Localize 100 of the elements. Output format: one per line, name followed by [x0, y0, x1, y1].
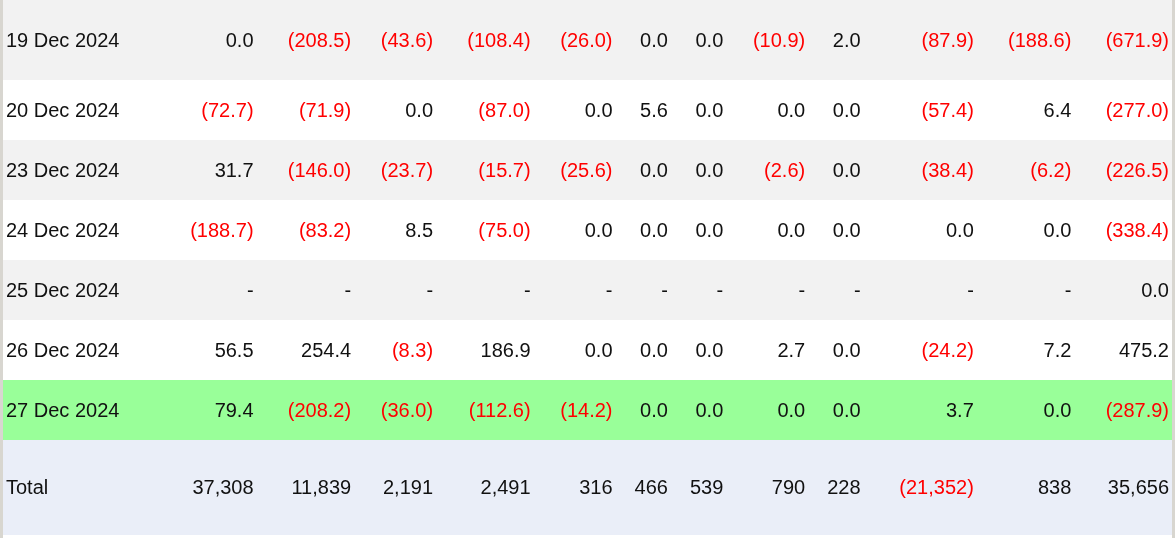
- table-cell: 2.7: [726, 320, 809, 380]
- table-cell: -: [615, 260, 671, 320]
- table-cell: -: [354, 260, 437, 320]
- table-cell: (24.2): [863, 320, 977, 380]
- table-cell: (2.6): [726, 140, 809, 200]
- table-cell: 228: [808, 440, 864, 535]
- table-cell: -: [863, 260, 977, 320]
- table-cell: 0.0: [533, 200, 616, 260]
- table-cell: 254.4: [256, 320, 355, 380]
- table-cell: (146.0): [256, 140, 355, 200]
- table-cell: 0.0: [670, 0, 727, 80]
- table-cell: 2,491: [436, 440, 534, 535]
- table-cell: 79.4: [159, 380, 257, 440]
- table-cell: -: [159, 260, 257, 320]
- table-cell: (75.0): [436, 200, 534, 260]
- date-cell: 20 Dec 2024: [3, 80, 159, 140]
- table-cell: (57.4): [863, 80, 977, 140]
- table-cell: 0.0: [976, 200, 1075, 260]
- table-cell: (25.6): [533, 140, 616, 200]
- table-cell: (8.3): [354, 320, 437, 380]
- table-cell: (23.7): [354, 140, 437, 200]
- table-cell: 0.0: [808, 200, 864, 260]
- table-cell: -: [808, 260, 864, 320]
- table-cell: 475.2: [1074, 320, 1172, 380]
- table-cell: (83.2): [256, 200, 355, 260]
- table-cell: 2.0: [808, 0, 864, 80]
- table-cell: 8.5: [354, 200, 437, 260]
- table-cell: 37,308: [159, 440, 257, 535]
- table-cell: 0.0: [808, 320, 864, 380]
- table-cell: (14.2): [533, 380, 616, 440]
- table-cell: 0.0: [615, 320, 671, 380]
- table-cell: 56.5: [159, 320, 257, 380]
- table-cell: (108.4): [436, 0, 534, 80]
- table-cell: (671.9): [1074, 0, 1172, 80]
- table-cell: 186.9: [436, 320, 534, 380]
- date-cell: 27 Dec 2024: [3, 380, 159, 440]
- date-cell: 19 Dec 2024: [3, 0, 159, 80]
- table-cell: 0.0: [808, 80, 864, 140]
- table-cell: (36.0): [354, 380, 437, 440]
- table-cell: 316: [533, 440, 616, 535]
- table-cell: 35,656: [1074, 440, 1172, 535]
- date-cell: 23 Dec 2024: [3, 140, 159, 200]
- table-cell: (208.5): [256, 0, 355, 80]
- table-cell: -: [976, 260, 1075, 320]
- table-cell: (43.6): [354, 0, 437, 80]
- table-cell: 0.0: [354, 80, 437, 140]
- table-cell: (26.0): [533, 0, 616, 80]
- table-cell: (188.6): [976, 0, 1075, 80]
- table-cell: 0.0: [726, 200, 809, 260]
- table-cell: (226.5): [1074, 140, 1172, 200]
- table-cell: (87.9): [863, 0, 977, 80]
- table-cell: (208.2): [256, 380, 355, 440]
- table-cell: 3.7: [863, 380, 977, 440]
- table-cell: -: [436, 260, 534, 320]
- table-cell: (87.0): [436, 80, 534, 140]
- table-cell: 0.0: [670, 320, 727, 380]
- table-cell: 0.0: [726, 80, 809, 140]
- table-cell: 790: [726, 440, 809, 535]
- table-cell: 0.0: [615, 140, 671, 200]
- table-cell: (10.9): [726, 0, 809, 80]
- table-cell: 0.0: [615, 200, 671, 260]
- table-cell: (277.0): [1074, 80, 1172, 140]
- date-cell: 25 Dec 2024: [3, 260, 159, 320]
- total-label: Total: [3, 440, 159, 535]
- table-cell: 7.2: [976, 320, 1075, 380]
- table-cell: (72.7): [159, 80, 257, 140]
- table-cell: 0.0: [670, 80, 727, 140]
- table-cell: 5.6: [615, 80, 671, 140]
- table-cell: (338.4): [1074, 200, 1172, 260]
- table-cell: (287.9): [1074, 380, 1172, 440]
- table-cell: 0.0: [533, 320, 616, 380]
- table-cell: (15.7): [436, 140, 534, 200]
- table-cell: 11,839: [256, 440, 355, 535]
- table-cell: -: [726, 260, 809, 320]
- table-cell: -: [256, 260, 355, 320]
- table-cell: -: [533, 260, 616, 320]
- table-cell: 838: [976, 440, 1075, 535]
- date-cell: 26 Dec 2024: [3, 320, 159, 380]
- table-cell: 0.0: [976, 380, 1075, 440]
- table-cell: (38.4): [863, 140, 977, 200]
- table-cell: 0.0: [159, 0, 257, 80]
- table-cell: 0.0: [726, 380, 809, 440]
- table-cell: (71.9): [256, 80, 355, 140]
- table-cell: 0.0: [670, 380, 727, 440]
- date-cell: 24 Dec 2024: [3, 200, 159, 260]
- table-cell: 6.4: [976, 80, 1075, 140]
- table-cell: (21,352): [863, 440, 977, 535]
- table-cell: 0.0: [808, 380, 864, 440]
- table-cell: (6.2): [976, 140, 1075, 200]
- table-cell: (188.7): [159, 200, 257, 260]
- table-cell: (112.6): [436, 380, 534, 440]
- table-cell: 31.7: [159, 140, 257, 200]
- table-cell: 0.0: [1074, 260, 1172, 320]
- table-cell: 0.0: [670, 200, 727, 260]
- table-cell: 0.0: [615, 0, 671, 80]
- table-cell: 0.0: [615, 380, 671, 440]
- table-cell: 466: [615, 440, 671, 535]
- table-cell: 0.0: [533, 80, 616, 140]
- table-cell: 2,191: [354, 440, 437, 535]
- table-cell: -: [670, 260, 727, 320]
